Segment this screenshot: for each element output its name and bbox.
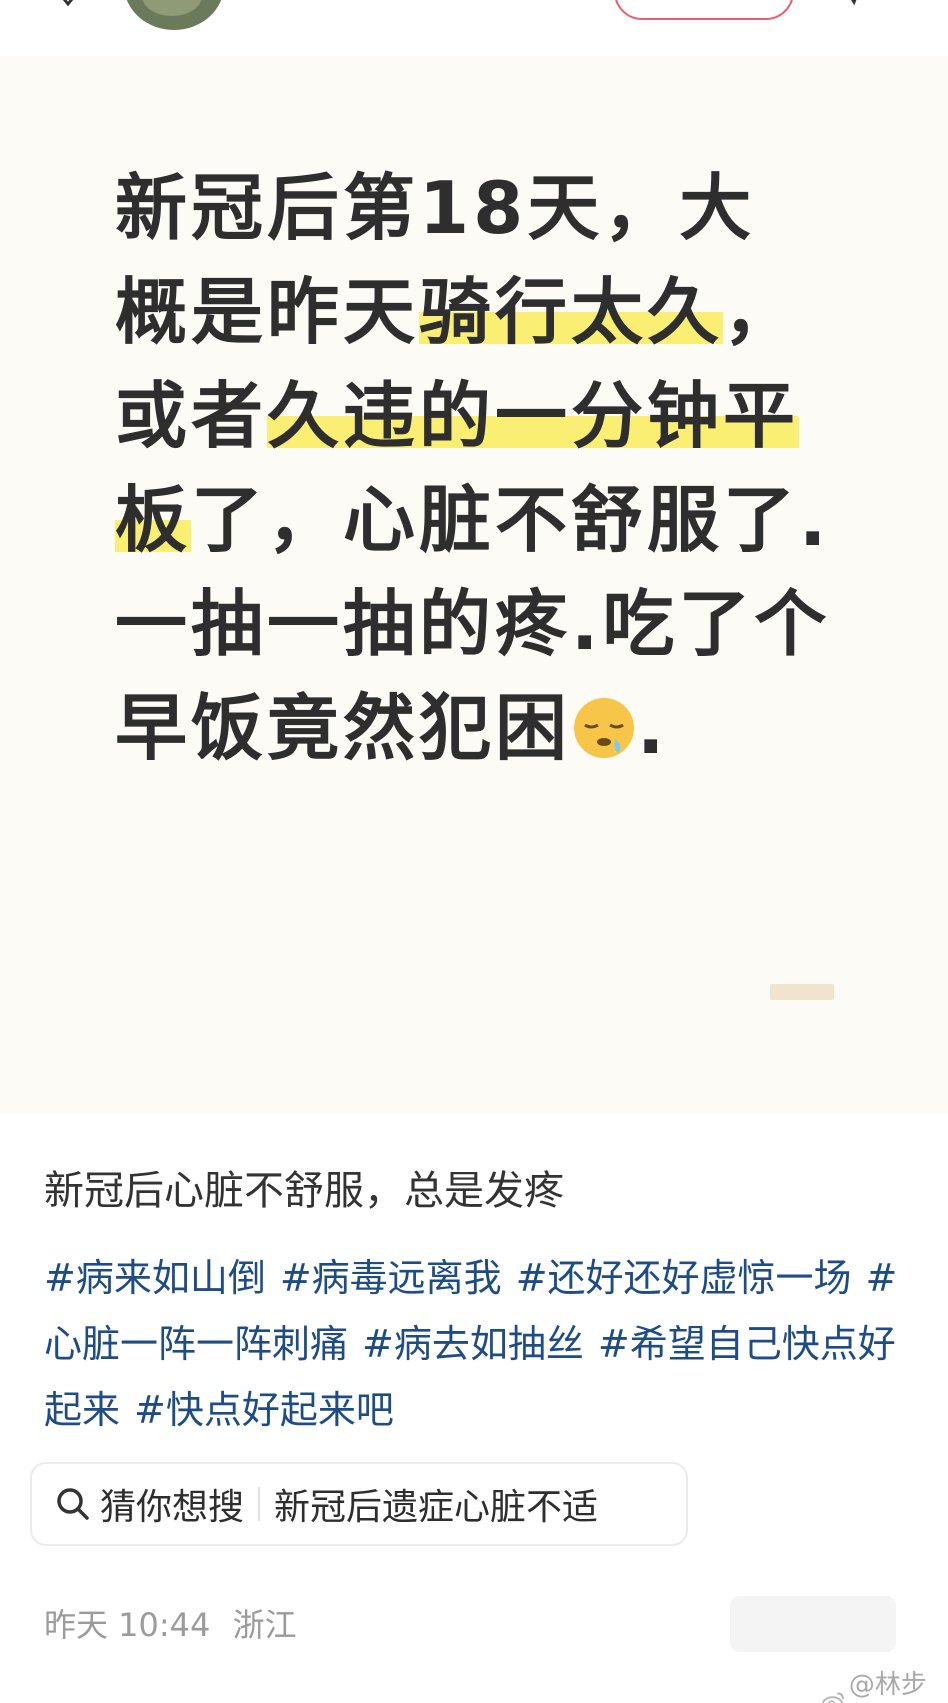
highlighted-text: 骑行太久	[419, 270, 724, 354]
hashtag-link[interactable]: #病毒远离我	[280, 1256, 502, 1300]
hashtag-link[interactable]: #病去如抽丝	[362, 1322, 584, 1366]
share-icon[interactable]	[846, 0, 860, 8]
image-text-line: 板了，心脏不舒服了.	[115, 468, 865, 572]
image-text-line: 早饭竟然犯困.	[115, 676, 865, 780]
post-location: 浙江	[232, 1606, 297, 1644]
follow-button[interactable]	[614, 0, 794, 20]
highlighted-text: 板	[115, 478, 192, 562]
image-text-line: 或者久违的一分钟平	[115, 364, 865, 468]
image-text-segment: 概是昨天	[115, 270, 420, 354]
top-bar	[0, 0, 948, 57]
watermark-text: @林步里	[848, 1670, 927, 1700]
tag-list: #病来如山倒 #病毒远离我 #还好还好虚惊一场 #心脏一阵一阵刺痛 #病去如抽丝 #希望自…	[44, 1245, 924, 1443]
image-text: 新冠后第18天，大 概是昨天骑行太久， 或者久违的一分钟平 板了，心脏不舒服了. 一抽一…	[115, 156, 865, 780]
post-meta: 昨天 10:44 浙江	[44, 1600, 297, 1646]
image-text-segment: 早饭竟然犯困	[115, 686, 572, 770]
image-text-segment: .	[637, 686, 669, 770]
image-text-line: 新冠后第18天，大	[115, 156, 865, 260]
blurred-action	[730, 1596, 896, 1652]
search-icon	[57, 1488, 89, 1520]
guess-query[interactable]: 新冠后遗症心脏不适	[274, 1478, 598, 1530]
hashtag-link[interactable]: #还好还好虚惊一场	[516, 1256, 852, 1300]
avatar[interactable]	[124, 0, 224, 30]
guess-divider	[258, 1487, 261, 1521]
post-image[interactable]: 新冠后第18天，大 概是昨天骑行太久， 或者久违的一分钟平 板了，心脏不舒服了. 一抽一…	[0, 56, 948, 1114]
guess-label: 猜你想搜	[100, 1487, 245, 1528]
image-slider-indicator	[770, 984, 834, 1000]
image-text-segment: 一抽一抽的疼.吃了个	[115, 582, 831, 666]
image-text-segment: 或者	[115, 374, 268, 458]
post-time: 昨天 10:44	[44, 1606, 211, 1644]
image-text-segment: 新冠后第18天，大	[115, 166, 756, 250]
hashtag-link[interactable]: #快点好起来吧	[134, 1388, 394, 1432]
hashtag-link[interactable]: #病来如山倒	[44, 1256, 266, 1300]
post-detail-page: 新冠后第18天，大 概是昨天骑行太久， 或者久违的一分钟平 板了，心脏不舒服了. 一抽一…	[0, 0, 948, 1703]
highlighted-text: 久违的一分钟平	[267, 374, 800, 458]
image-text-line: 一抽一抽的疼.吃了个	[115, 572, 865, 676]
weibo-icon	[822, 1692, 844, 1703]
back-icon[interactable]	[58, 0, 78, 6]
post-title: 新冠后心脏不舒服，总是发疼	[44, 1168, 564, 1214]
image-text-line: 概是昨天骑行太久，	[115, 260, 865, 364]
image-text-segment: 了，心脏不舒服了.	[191, 478, 831, 562]
guess-search-box[interactable]: 猜你想搜 新冠后遗症心脏不适	[30, 1462, 688, 1546]
image-text-segment: ，	[723, 270, 800, 354]
sleepy-face-emoji-icon	[571, 684, 637, 758]
watermark: @林步里	[822, 1664, 948, 1703]
